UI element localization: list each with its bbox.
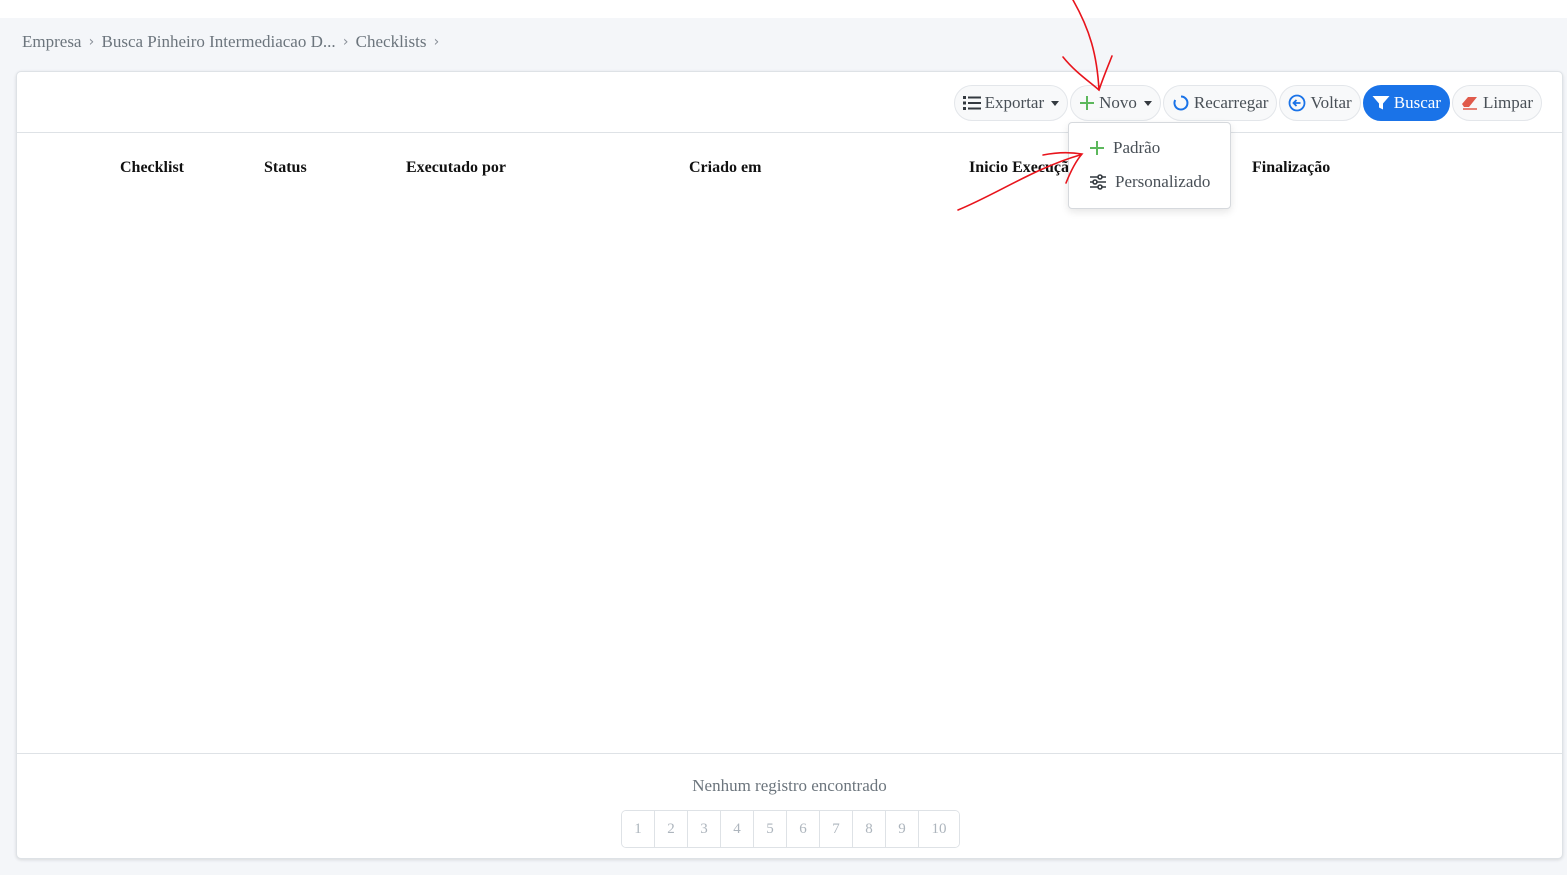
toolbar: Exportar Novo Recarregar Voltar Buscar L…	[953, 85, 1542, 121]
column-header-checklist[interactable]: Checklist	[120, 159, 184, 177]
menu-item-label: Personalizado	[1115, 172, 1211, 191]
reload-icon	[1172, 94, 1190, 112]
pagination: 1 2 3 4 5 6 7 8 9 10	[621, 810, 960, 848]
list-icon	[962, 95, 981, 111]
page-button[interactable]: 3	[688, 811, 721, 847]
breadcrumb-item-checklists[interactable]: Checklists	[356, 32, 427, 52]
page-button[interactable]: 6	[787, 811, 820, 847]
plus-icon	[1079, 95, 1095, 111]
breadcrumb-item-company[interactable]: Busca Pinheiro Intermediacao D...	[101, 32, 335, 52]
page-button[interactable]: 8	[853, 811, 886, 847]
eraser-icon	[1461, 95, 1479, 111]
caret-down-icon	[1051, 100, 1060, 106]
clear-button[interactable]: Limpar	[1451, 85, 1542, 121]
back-label: Voltar	[1310, 93, 1352, 112]
page-button[interactable]: 2	[655, 811, 688, 847]
chevron-right-icon: ›	[88, 34, 95, 50]
table-header: Checklist Status Executado por Criado em…	[17, 155, 1562, 185]
new-dropdown-menu: Padrão Personalizado	[1068, 122, 1231, 209]
chevron-right-icon: ›	[433, 34, 440, 50]
checklists-card: Exportar Novo Recarregar Voltar Buscar L…	[16, 71, 1563, 859]
new-label: Novo	[1099, 93, 1137, 112]
chevron-right-icon: ›	[342, 34, 349, 50]
menu-item-padrao[interactable]: Padrão	[1069, 132, 1230, 164]
column-header-start-execution[interactable]: Inicio Execuçã	[969, 159, 1069, 177]
clear-label: Limpar	[1482, 93, 1533, 112]
page-button[interactable]: 10	[919, 811, 959, 847]
card-header: Exportar Novo Recarregar Voltar Buscar L…	[17, 72, 1562, 133]
reload-label: Recarregar	[1193, 93, 1269, 112]
sliders-icon	[1089, 174, 1107, 190]
search-label: Buscar	[1393, 93, 1441, 112]
breadcrumb-item-empresa[interactable]: Empresa	[22, 32, 81, 52]
card-footer: Nenhum registro encontrado 1 2 3 4 5 6 7…	[17, 753, 1562, 859]
export-button[interactable]: Exportar	[953, 85, 1069, 121]
menu-item-personalizado[interactable]: Personalizado	[1069, 166, 1230, 198]
reload-button[interactable]: Recarregar	[1162, 85, 1278, 121]
filter-icon	[1372, 95, 1390, 111]
export-label: Exportar	[984, 93, 1045, 112]
page-button[interactable]: 9	[886, 811, 919, 847]
caret-down-icon	[1143, 100, 1152, 106]
column-header-finalization[interactable]: Finalização	[1252, 159, 1330, 177]
plus-icon	[1089, 140, 1105, 156]
menu-item-label: Padrão	[1113, 138, 1161, 157]
page-button[interactable]: 7	[820, 811, 853, 847]
page-button[interactable]: 4	[721, 811, 754, 847]
page-button[interactable]: 1	[622, 811, 655, 847]
column-header-status[interactable]: Status	[264, 159, 307, 177]
new-button[interactable]: Novo	[1070, 85, 1161, 121]
empty-message: Nenhum registro encontrado	[692, 776, 887, 795]
breadcrumb: Empresa › Busca Pinheiro Intermediacao D…	[22, 30, 446, 54]
column-header-executed-by[interactable]: Executado por	[406, 159, 506, 177]
back-button[interactable]: Voltar	[1279, 85, 1361, 121]
search-button[interactable]: Buscar	[1362, 85, 1450, 121]
page-button[interactable]: 5	[754, 811, 787, 847]
column-header-created-at[interactable]: Criado em	[689, 159, 761, 177]
arrow-circle-left-icon	[1288, 94, 1306, 112]
